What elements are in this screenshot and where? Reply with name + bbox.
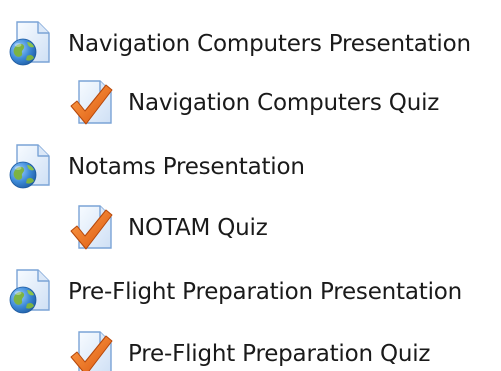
activity-link-pre-flight-preparation-presentation[interactable]: Pre-Flight Preparation Presentation	[6, 268, 462, 316]
activity-link-notam-quiz[interactable]: NOTAM Quiz	[68, 204, 268, 252]
quiz-checkmark-icon	[68, 79, 116, 127]
activity-link-navigation-computers-quiz[interactable]: Navigation Computers Quiz	[68, 79, 439, 127]
globe-document-icon	[6, 20, 54, 68]
activity-label: NOTAM Quiz	[128, 214, 268, 241]
activity-label: Pre-Flight Preparation Quiz	[128, 340, 431, 367]
activity-link-notams-presentation[interactable]: Notams Presentation	[6, 143, 305, 191]
activity-link-pre-flight-preparation-quiz[interactable]: Pre-Flight Preparation Quiz	[68, 330, 431, 371]
quiz-checkmark-icon	[68, 204, 116, 252]
quiz-checkmark-icon	[68, 330, 116, 371]
globe-document-icon	[6, 268, 54, 316]
activity-link-navigation-computers-presentation[interactable]: Navigation Computers Presentation	[6, 20, 471, 68]
activity-label: Pre-Flight Preparation Presentation	[68, 278, 463, 305]
activity-label: Notams Presentation	[68, 153, 305, 180]
globe-document-icon	[6, 143, 54, 191]
activity-label: Navigation Computers Quiz	[128, 89, 440, 116]
activity-label: Navigation Computers Presentation	[68, 30, 471, 57]
